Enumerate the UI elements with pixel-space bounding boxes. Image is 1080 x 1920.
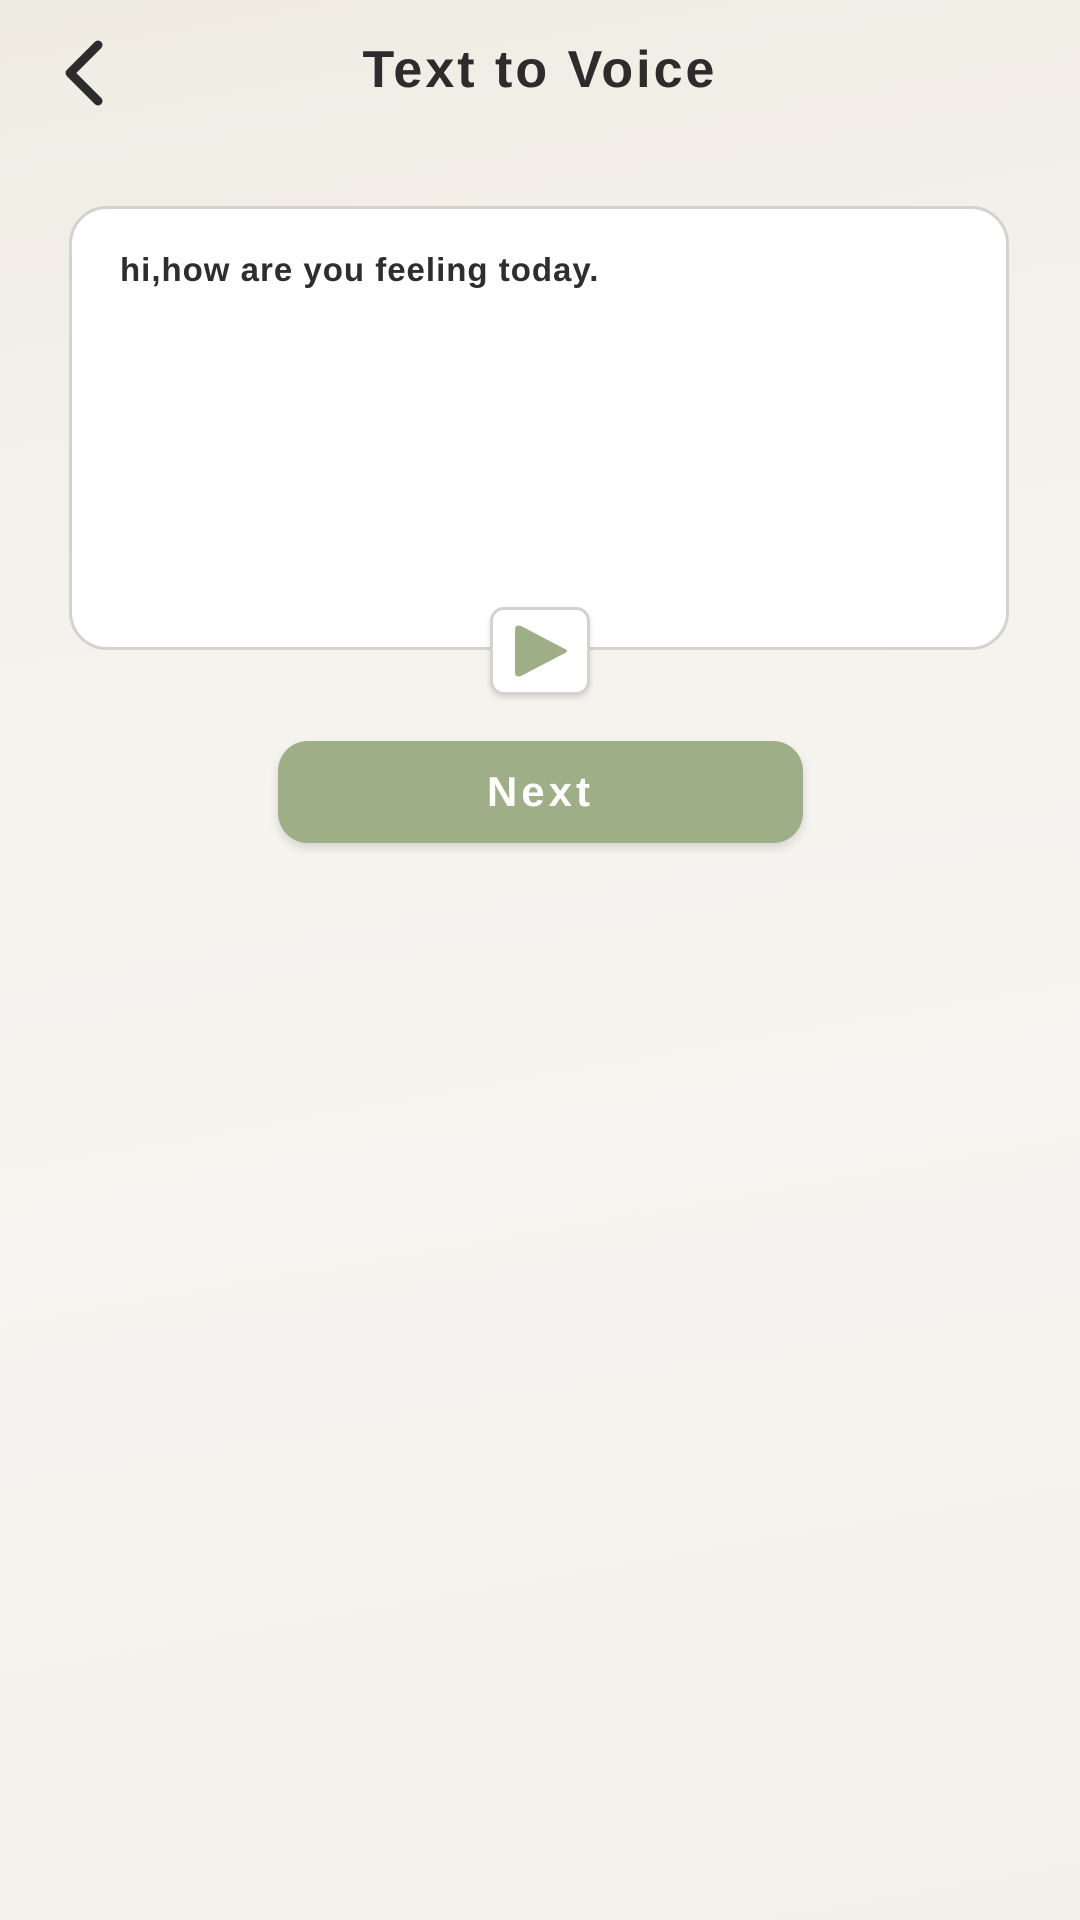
next-button-label: Next [486, 768, 595, 815]
next-button[interactable]: Next [278, 741, 803, 843]
play-button[interactable] [490, 607, 590, 695]
play-icon [515, 625, 567, 677]
text-input[interactable]: hi,how are you feeling today. [120, 249, 960, 589]
page-title: Text to Voice [362, 41, 718, 99]
text-input-card: hi,how are you feeling today. [69, 206, 1009, 650]
header-bar: Text to Voice [0, 0, 1080, 145]
